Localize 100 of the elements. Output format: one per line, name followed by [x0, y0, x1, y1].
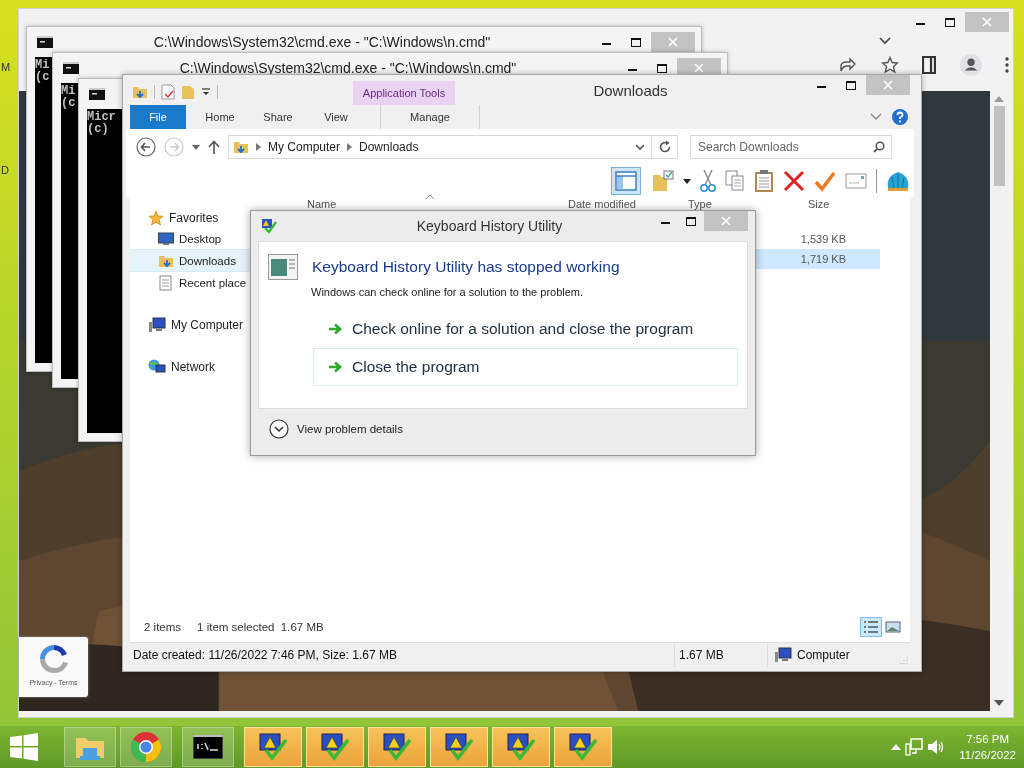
delete-icon[interactable]	[783, 170, 805, 192]
document-list-icon	[158, 274, 174, 291]
console-text: Mi	[61, 85, 76, 97]
computer-icon	[148, 316, 166, 333]
profile-icon[interactable]	[959, 54, 982, 76]
help-icon[interactable]	[892, 109, 908, 125]
clock-time: 7:56 PM	[966, 732, 1010, 747]
image-icon	[885, 620, 901, 634]
breadcrumb-item[interactable]: My Computer	[268, 140, 341, 154]
cmd-taskbar-button[interactable]	[182, 727, 234, 767]
column-header[interactable]: Size	[808, 197, 830, 211]
console-text: (c)	[87, 123, 109, 135]
monitor-icon	[158, 231, 174, 246]
back-button[interactable]	[136, 137, 156, 157]
dialog-heading: Keyboard History Utility has stopped working	[312, 258, 620, 276]
app-taskbar-button[interactable]	[368, 727, 426, 767]
item-count: 2 items	[144, 621, 182, 633]
clipboard-icon[interactable]	[754, 169, 774, 193]
file-details: Date created: 11/26/2022 7:46 PM, Size: 1.67 MB	[132, 648, 398, 662]
recent-locations-icon[interactable]	[192, 144, 200, 150]
warning-check-icon	[381, 732, 413, 762]
address-bar[interactable]: My Computer Downloads	[228, 135, 652, 159]
location-label: Computer	[797, 648, 850, 662]
refresh-icon	[657, 140, 672, 154]
window-title: C:\Windows\System32\cmd.exe - "C:\Windows\n.cmd"	[178, 60, 518, 76]
app-taskbar-button[interactable]	[430, 727, 488, 767]
app-taskbar-button[interactable]	[492, 727, 550, 767]
scroll-up-icon[interactable]	[994, 96, 1004, 102]
network-icon[interactable]	[905, 738, 924, 756]
close-icon	[721, 216, 731, 226]
ribbon-tab[interactable]: Home	[196, 105, 244, 129]
tray-expand-icon[interactable]	[891, 744, 902, 750]
resize-grip-icon[interactable]	[900, 656, 908, 664]
menu-icon[interactable]	[1005, 57, 1009, 73]
dropdown-icon[interactable]	[683, 178, 691, 184]
ribbon-tab[interactable]: Share	[254, 105, 302, 129]
envelope-icon[interactable]	[845, 173, 867, 189]
list-icon	[863, 620, 879, 634]
warning-check-icon	[567, 732, 599, 762]
console-icon	[193, 735, 223, 759]
app-taskbar-button[interactable]	[244, 727, 302, 767]
volume-icon[interactable]	[927, 738, 946, 756]
arrow-right-icon	[328, 323, 342, 335]
column-header[interactable]: Date modified	[568, 197, 636, 211]
console-icon	[89, 88, 105, 100]
customize-icon[interactable]	[201, 87, 211, 97]
breadcrumb-item[interactable]: Downloads	[359, 140, 419, 154]
scissors-icon[interactable]	[700, 169, 716, 193]
app-icon	[261, 218, 277, 234]
share-icon[interactable]	[839, 57, 857, 73]
start-button[interactable]	[10, 733, 38, 761]
window-title: Downloads	[592, 81, 669, 99]
shell-icon[interactable]	[886, 170, 910, 192]
arrow-right-icon	[328, 361, 342, 373]
expand-ribbon-icon[interactable]	[870, 113, 882, 121]
column-header[interactable]: Type	[688, 197, 712, 211]
star-icon	[148, 209, 164, 226]
breadcrumb-arrow-icon[interactable]	[347, 143, 353, 151]
warning-check-icon	[443, 732, 475, 762]
warning-check-icon	[257, 732, 289, 762]
details-toggle[interactable]: View problem details	[269, 418, 403, 439]
pane-icon	[615, 171, 637, 191]
scrollbar-thumb[interactable]	[993, 106, 1005, 186]
folder-icon[interactable]	[132, 84, 148, 100]
breadcrumb-arrow-icon[interactable]	[256, 143, 261, 151]
checkmark-icon[interactable]	[814, 170, 836, 192]
clock-date: 11/26/2022	[959, 748, 1016, 763]
app-taskbar-button[interactable]	[306, 727, 364, 767]
console-text: Micr	[87, 111, 116, 123]
sidebar-icon[interactable]	[922, 56, 936, 74]
preview-pane-button[interactable]	[611, 167, 641, 195]
command-link[interactable]: Check online for a solution and close the program	[313, 310, 738, 348]
desktop-icon-label: M	[1, 61, 11, 73]
console-text: Mi	[35, 59, 50, 71]
warning-check-icon	[319, 732, 351, 762]
app-taskbar-button[interactable]	[554, 727, 612, 767]
command-link[interactable]: Close the program	[313, 348, 738, 386]
program-window-icon	[268, 254, 298, 280]
ribbon-tab[interactable]: File	[130, 105, 186, 129]
chevron-down-icon[interactable]	[879, 37, 891, 45]
console-text: (c	[35, 71, 50, 83]
column-header[interactable]: Name	[307, 197, 337, 211]
warning-check-icon	[505, 732, 537, 762]
close-icon	[883, 80, 893, 90]
folder-icon	[233, 139, 249, 155]
details-view-button[interactable]	[860, 617, 882, 637]
star-icon[interactable]	[880, 56, 899, 74]
close-icon	[982, 17, 992, 27]
ribbon-tab[interactable]: View	[312, 105, 360, 129]
browser-logo-icon	[130, 731, 162, 763]
dropdown-icon[interactable]	[635, 143, 645, 151]
scroll-down-icon[interactable]	[994, 700, 1004, 706]
chrome-taskbar-button[interactable]	[120, 727, 172, 767]
window-title: C:\Windows\System32\cmd.exe - "C:\Windows\n.cmd"	[152, 34, 492, 50]
folder-check-icon[interactable]	[652, 170, 674, 192]
close-icon	[668, 37, 678, 47]
contextual-tab-group: Application Tools	[353, 81, 455, 105]
refresh-button[interactable]	[652, 135, 678, 159]
properties-icon[interactable]	[161, 84, 175, 100]
up-arrow-icon[interactable]	[208, 140, 220, 154]
